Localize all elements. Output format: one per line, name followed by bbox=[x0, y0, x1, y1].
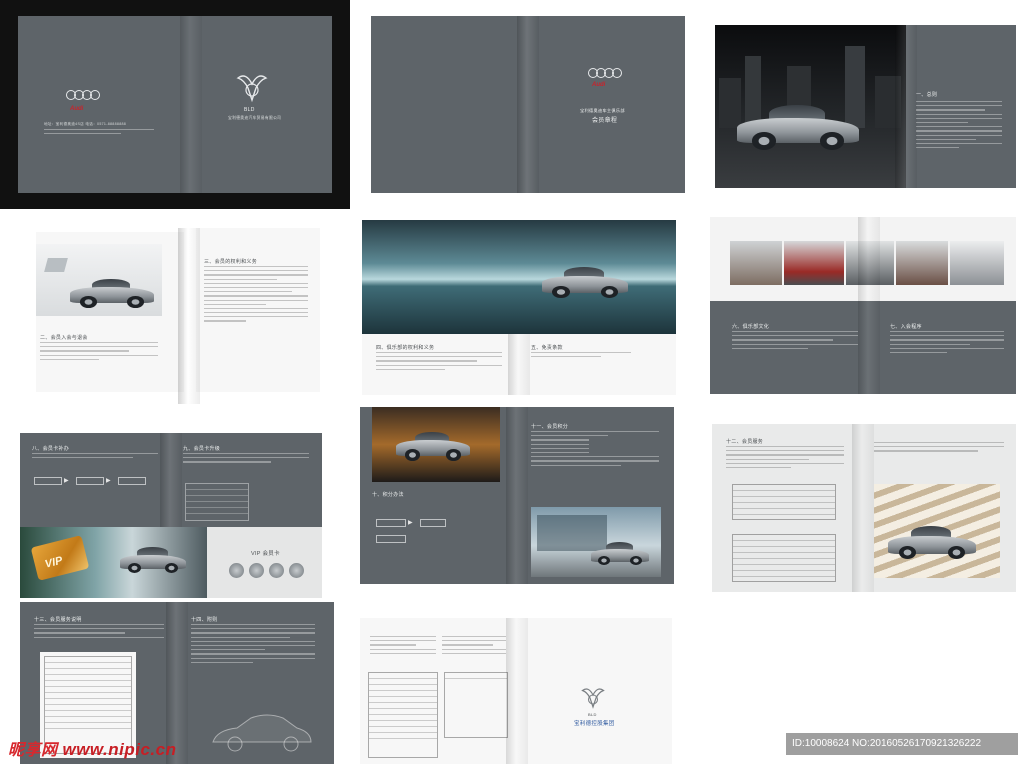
spread-membership: 二、会员入会与退会 三、会员的权利和义务 bbox=[20, 228, 335, 404]
title-left-page bbox=[371, 16, 528, 193]
spread-title: Audi 宝利德奥迪车主俱乐部 会员章程 bbox=[371, 16, 685, 193]
heading-card-reissue: 八、会员卡补办 bbox=[32, 446, 70, 452]
back-text-lines bbox=[44, 129, 154, 137]
heading-club-rights: 四、俱乐部的权利和义务 bbox=[376, 345, 435, 351]
service-notes-right: 十四、附则 bbox=[177, 602, 334, 764]
vip-card-label: VIP 会员卡 bbox=[251, 551, 280, 557]
back-address-text: 地址：宝利德奥迪4S店 电话：0571-88888888 bbox=[44, 122, 127, 126]
heading-member-services: 十二、会员服务 bbox=[726, 439, 764, 445]
heading-appendix: 十四、附则 bbox=[191, 617, 218, 623]
vip-right-page: 九、会员卡升级 bbox=[171, 433, 322, 527]
membership-left-page: 二、会员入会与退会 bbox=[36, 232, 184, 392]
services-left-page: 十二、会员服务 bbox=[712, 424, 862, 592]
heading-rights: 三、会员的权利和义务 bbox=[204, 259, 258, 265]
vip-left-page: 八、会员卡补办 ▶ ▶ bbox=[20, 433, 171, 527]
back-cover-page: BLD 宝利德控股集团 bbox=[516, 618, 672, 764]
services-right-page bbox=[862, 424, 1016, 592]
cover-back-page: Audi 地址：宝利德奥迪4S店 电话：0571-88888888 bbox=[18, 16, 182, 193]
site-watermark: 昵享网 www.nipic.cn bbox=[8, 736, 176, 760]
heading-service-notes: 十三、会员服务说明 bbox=[34, 617, 82, 623]
membership-right-page: 三、会员的权利和义务 bbox=[196, 228, 320, 392]
points-left-page: 十、积分办法 ▶ bbox=[360, 407, 517, 584]
spread-general: 一、总则 bbox=[715, 25, 1016, 188]
heading-disclaimer: 五、免责条款 bbox=[531, 345, 563, 351]
heading-join: 二、会员入会与退会 bbox=[40, 335, 88, 341]
night-showroom-photo bbox=[372, 407, 500, 482]
spread-points: 十、积分办法 ▶ 十一、会员积分 bbox=[360, 407, 674, 584]
sea-horizon-photo bbox=[362, 220, 676, 334]
image-id-bar: ID:10008624 NO:20160526170921326222 bbox=[786, 733, 1018, 755]
watermark-site-name: 昵享网 bbox=[8, 742, 58, 759]
spread-club-duties: 四、俱乐部的权利和义务 五、免责条款 bbox=[362, 220, 676, 395]
points-right-page: 十一、会员积分 bbox=[517, 407, 674, 584]
audi-wordmark: Audi bbox=[70, 106, 84, 112]
culture-left-page: 六、俱乐部文化 bbox=[710, 301, 868, 394]
audi-rings-logo-2 bbox=[588, 68, 634, 80]
spread-vip-card: 八、会员卡补办 ▶ ▶ 九、会员卡升级 VIP VIP 会员卡 bbox=[20, 433, 322, 598]
vip-gold-card: VIP bbox=[30, 535, 90, 581]
studio-car-photo bbox=[36, 244, 162, 316]
group-name: 宝利德控股集团 bbox=[574, 721, 615, 727]
heading-member-points: 十一、会员积分 bbox=[531, 424, 569, 430]
heading-points-method: 十、积分办法 bbox=[372, 492, 404, 498]
title-main: 会员章程 bbox=[592, 118, 618, 124]
road-car-photo: VIP bbox=[20, 527, 207, 598]
culture-right-page: 七、入会程序 bbox=[868, 301, 1016, 394]
winged-logo-icon bbox=[236, 75, 268, 103]
audi-rings-logo bbox=[66, 90, 112, 102]
title-right-page: Audi 宝利德奥迪车主俱乐部 会员章程 bbox=[528, 16, 685, 193]
back-logo-initials: BLD bbox=[588, 712, 597, 717]
heading-general: 一、总则 bbox=[916, 92, 938, 98]
cover-front-page: BLD 宝利德奥迪汽车贸易有限公司 bbox=[182, 16, 332, 193]
sedan-photo bbox=[737, 95, 859, 153]
spread-cover: Audi 地址：宝利德奥迪4S店 电话：0571-88888888 BLD 宝利… bbox=[0, 0, 350, 209]
spread-services: 十二、会员服务 bbox=[712, 424, 1016, 592]
club-duties-right: 五、免责条款 bbox=[519, 334, 676, 395]
general-text-page: 一、总则 bbox=[906, 25, 1016, 188]
audi-wordmark-2: Audi bbox=[592, 82, 606, 88]
club-duties-left: 四、俱乐部的权利和义务 bbox=[362, 334, 519, 395]
watermark-url: www.nipic.cn bbox=[62, 740, 177, 759]
front-caption: 宝利德奥迪汽车贸易有限公司 bbox=[228, 116, 282, 120]
sedan-on-pier-photo bbox=[542, 260, 628, 300]
spread-back-cover: BLD 宝利德控股集团 bbox=[360, 618, 672, 764]
winged-logo-icon-2 bbox=[581, 688, 605, 709]
front-logo-initials: BLD bbox=[244, 107, 255, 113]
dealership-photo bbox=[531, 507, 661, 577]
night-city-photo bbox=[715, 25, 906, 188]
vip-diagram-page: VIP 会员卡 bbox=[207, 527, 322, 598]
spread-culture: 六、俱乐部文化 七、入会程序 bbox=[710, 217, 1016, 394]
title-subtitle: 宝利德奥迪车主俱乐部 bbox=[580, 108, 625, 113]
heading-card-upgrade: 九、会员卡升级 bbox=[183, 446, 221, 452]
heading-procedure: 七、入会程序 bbox=[890, 324, 922, 330]
form-page bbox=[360, 618, 516, 764]
car-wireframe-icon bbox=[212, 714, 312, 752]
light-tunnel-car-photo bbox=[874, 484, 1000, 578]
vip-card-word: VIP bbox=[43, 554, 64, 571]
heading-culture: 六、俱乐部文化 bbox=[732, 324, 770, 330]
